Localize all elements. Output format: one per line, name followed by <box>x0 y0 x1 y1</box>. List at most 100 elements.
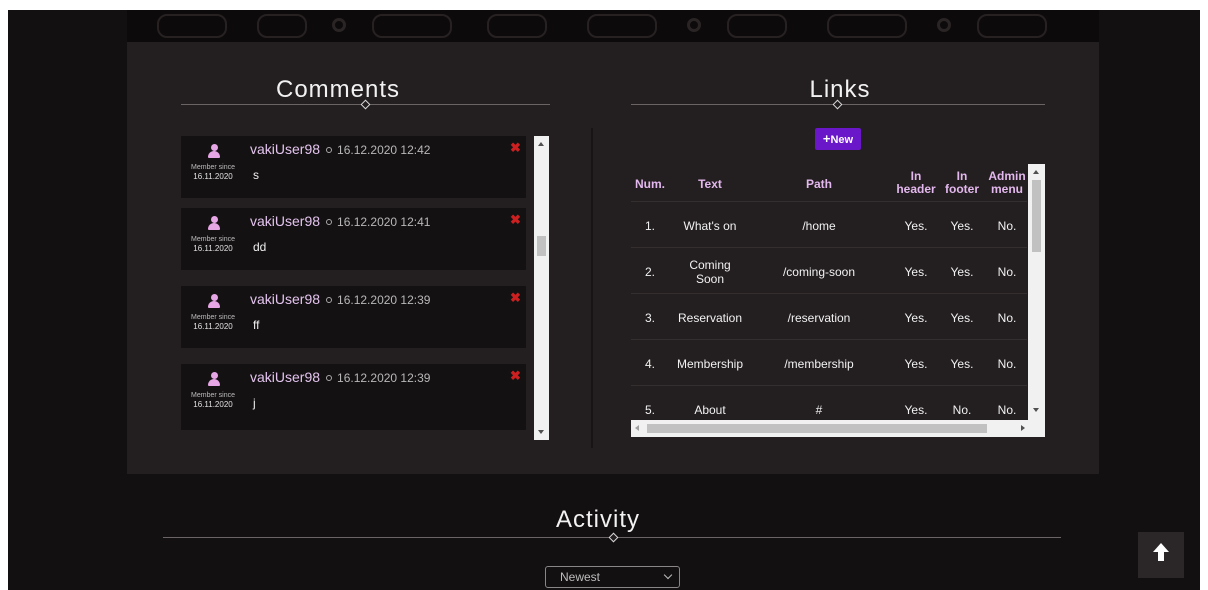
link-text: Membership <box>676 357 744 371</box>
back-to-top-button[interactable] <box>1138 532 1184 578</box>
scroll-up-icon[interactable] <box>538 142 544 146</box>
comment-item: Member since 16.11.2020 vakiUser98 16.12… <box>181 286 526 348</box>
link-in-header: Yes. <box>904 403 928 417</box>
column-header-num: Num. <box>635 177 665 191</box>
page-viewport: Comments Links Member since 16.11.2020 v… <box>8 10 1200 590</box>
comment-text: dd <box>253 240 267 254</box>
new-link-button[interactable]: +New <box>815 128 861 150</box>
member-since-date: 16.11.2020 <box>193 172 233 181</box>
user-icon <box>208 216 220 231</box>
link-num: 5. <box>644 403 655 417</box>
column-header-in-header: In header <box>896 169 936 196</box>
comment-date: 16.12.2020 12:42 <box>337 143 431 157</box>
comment-username[interactable]: vakiUser98 <box>250 369 320 385</box>
user-icon <box>208 294 220 309</box>
member-since-label: Member since <box>191 314 235 321</box>
comment-text: s <box>253 168 259 182</box>
separator-dot-icon <box>326 219 333 225</box>
column-header-admin-menu: Admin menu <box>988 169 1026 196</box>
comment-username[interactable]: vakiUser98 <box>250 141 320 157</box>
scroll-down-icon[interactable] <box>1033 408 1039 412</box>
scroll-down-icon[interactable] <box>538 430 544 434</box>
delete-comment-close-icon[interactable]: ✖ <box>510 290 521 306</box>
row-divider <box>631 339 1027 340</box>
comment-item: Member since 16.11.2020 vakiUser98 16.12… <box>181 364 526 430</box>
comments-title: Comments <box>275 76 401 103</box>
link-in-header: Yes. <box>904 265 928 279</box>
separator-dot-icon <box>326 147 333 153</box>
comment-date: 16.12.2020 12:39 <box>337 293 431 307</box>
row-divider <box>631 247 1027 248</box>
link-text: Coming Soon <box>689 258 731 286</box>
link-admin-menu: No. <box>997 311 1017 325</box>
decorative-banner <box>127 10 1099 42</box>
separator-dot-icon <box>326 297 333 303</box>
links-title: Links <box>809 76 871 103</box>
row-divider <box>631 201 1027 202</box>
comment-date: 16.12.2020 12:41 <box>337 215 431 229</box>
link-text: What's on <box>683 219 737 233</box>
delete-comment-close-icon[interactable]: ✖ <box>510 212 521 228</box>
comment-date: 16.12.2020 12:39 <box>337 371 431 385</box>
link-text: About <box>694 403 726 417</box>
link-admin-menu: No. <box>997 403 1017 417</box>
comment-item: Member since 16.11.2020 vakiUser98 16.12… <box>181 136 526 198</box>
activity-sort-selected: Newest <box>560 570 601 584</box>
comment-username[interactable]: vakiUser98 <box>250 291 320 307</box>
activity-divider-diamond-icon <box>608 532 619 543</box>
comment-username[interactable]: vakiUser98 <box>250 213 320 229</box>
link-path: /reservation <box>787 311 851 325</box>
link-num: 1. <box>644 219 655 233</box>
link-in-header: Yes. <box>904 219 928 233</box>
link-in-footer: Yes. <box>950 219 974 233</box>
links-vertical-scrollbar[interactable] <box>1028 164 1045 420</box>
delete-comment-close-icon[interactable]: ✖ <box>510 140 521 156</box>
link-num: 2. <box>644 265 655 279</box>
scroll-up-icon[interactable] <box>1033 170 1039 174</box>
comments-list[interactable]: Member since 16.11.2020 vakiUser98 16.12… <box>181 136 551 442</box>
link-admin-menu: No. <box>997 265 1017 279</box>
link-in-footer: Yes. <box>950 265 974 279</box>
link-path: /membership <box>784 357 854 371</box>
row-divider <box>631 385 1027 386</box>
column-divider <box>591 128 593 448</box>
arrow-up-icon-shaft <box>1158 551 1164 561</box>
link-path: /home <box>802 219 836 233</box>
column-header-in-footer: In footer <box>945 169 979 196</box>
member-since-label: Member since <box>191 236 235 243</box>
comments-scrollbar[interactable] <box>534 136 549 440</box>
link-in-header: Yes. <box>904 311 928 325</box>
chevron-down-icon <box>663 570 673 580</box>
link-in-footer: Yes. <box>950 357 974 371</box>
column-header-text: Text <box>698 177 722 191</box>
link-path: /coming-soon <box>782 265 856 279</box>
comment-item: Member since 16.11.2020 vakiUser98 16.12… <box>181 208 526 270</box>
delete-comment-close-icon[interactable]: ✖ <box>510 368 521 384</box>
links-vertical-scrollbar-thumb[interactable] <box>1032 180 1041 252</box>
link-num: 4. <box>644 357 655 371</box>
link-num: 3. <box>644 311 655 325</box>
scroll-left-icon[interactable] <box>635 425 639 431</box>
member-since-label: Member since <box>191 392 235 399</box>
comments-scrollbar-thumb[interactable] <box>537 236 546 256</box>
comment-text: j <box>253 396 256 410</box>
row-divider <box>631 293 1027 294</box>
link-text: Reservation <box>677 311 743 325</box>
links-table[interactable]: Num. Text Path In header In footer Admin… <box>631 164 1045 446</box>
scroll-right-icon[interactable] <box>1021 425 1025 431</box>
member-since-date: 16.11.2020 <box>193 322 233 331</box>
member-since-label: Member since <box>191 164 235 171</box>
link-in-footer: No. <box>952 403 972 417</box>
link-admin-menu: No. <box>997 219 1017 233</box>
member-since-date: 16.11.2020 <box>193 244 233 253</box>
new-link-button-label: New <box>830 134 854 146</box>
activity-sort-select[interactable]: Newest <box>545 566 680 588</box>
links-horizontal-scrollbar-thumb[interactable] <box>647 424 987 433</box>
member-since-date: 16.11.2020 <box>193 400 233 409</box>
user-icon <box>208 372 220 387</box>
separator-dot-icon <box>326 375 333 381</box>
link-admin-menu: No. <box>997 357 1017 371</box>
links-horizontal-scrollbar[interactable] <box>631 420 1045 437</box>
comment-text: ff <box>253 318 260 332</box>
column-header-path: Path <box>805 177 832 191</box>
